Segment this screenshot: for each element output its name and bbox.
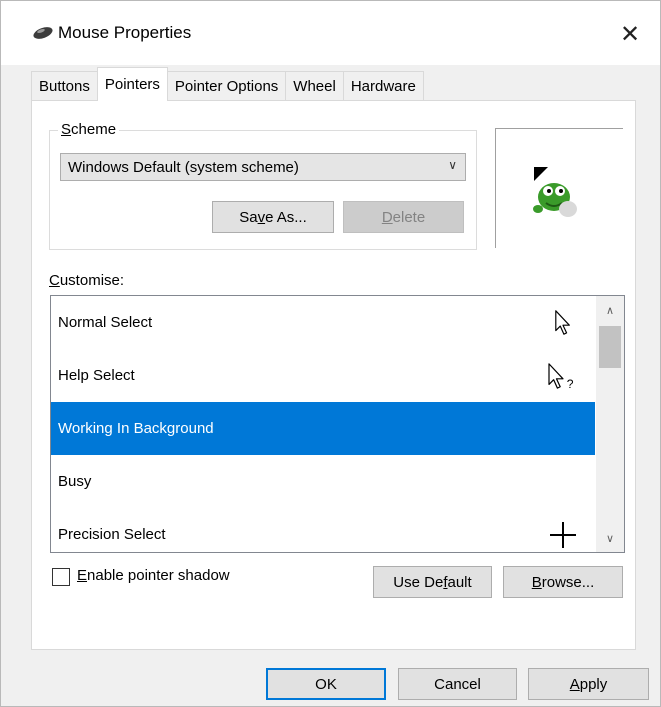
pointers-tab-panel: Scheme Windows Default (system scheme) ∨… bbox=[31, 100, 636, 650]
customise-label: Customise: bbox=[49, 272, 125, 289]
ok-button[interactable]: OK bbox=[266, 668, 386, 700]
tab-hardware[interactable]: Hardware bbox=[342, 71, 424, 101]
tab-strip: Buttons Pointers Pointer Options Wheel H… bbox=[31, 67, 424, 101]
scheme-label: Scheme bbox=[58, 121, 120, 138]
chevron-down-icon: ∨ bbox=[605, 532, 615, 545]
list-item-label: Working In Background bbox=[58, 420, 214, 437]
tab-wheel[interactable]: Wheel bbox=[285, 71, 344, 101]
delete-button[interactable]: Delete bbox=[343, 201, 464, 233]
crosshair-cursor-icon bbox=[543, 508, 583, 552]
enable-pointer-shadow-label[interactable]: Enable pointer shadow bbox=[77, 567, 230, 584]
title-bar: Mouse Properties ✕ bbox=[1, 1, 660, 65]
tab-pointers[interactable]: Pointers bbox=[96, 67, 168, 101]
close-button[interactable]: ✕ bbox=[600, 9, 660, 59]
list-item-label: Normal Select bbox=[58, 314, 153, 331]
list-item[interactable]: Working In Background bbox=[51, 402, 595, 455]
window-title: Mouse Properties bbox=[58, 23, 192, 42]
save-as-button[interactable]: Sa v e As... bbox=[212, 201, 334, 233]
pointer-list[interactable]: Normal Select Help Select ? Working In B… bbox=[50, 295, 625, 553]
arrow-cursor-icon bbox=[543, 296, 583, 349]
enable-pointer-shadow-checkbox[interactable] bbox=[52, 568, 70, 586]
tab-pointer-options[interactable]: Pointer Options bbox=[166, 71, 287, 101]
browse-button[interactable]: Browse... bbox=[503, 566, 623, 598]
mouse-icon bbox=[33, 27, 53, 39]
scheme-selected-value: Windows Default (system scheme) bbox=[68, 158, 299, 176]
scroll-thumb[interactable] bbox=[599, 326, 621, 368]
cancel-button[interactable]: Cancel bbox=[398, 668, 517, 700]
list-item[interactable]: Precision Select bbox=[51, 508, 595, 552]
list-item-label: Precision Select bbox=[58, 526, 166, 543]
list-item[interactable]: Help Select ? bbox=[51, 349, 595, 402]
list-item[interactable]: Normal Select bbox=[51, 296, 595, 349]
tab-buttons[interactable]: Buttons bbox=[31, 71, 98, 101]
scroll-up-button[interactable]: ∧ bbox=[596, 296, 624, 324]
scheme-group: Scheme Windows Default (system scheme) ∨… bbox=[49, 121, 477, 250]
close-icon: ✕ bbox=[619, 20, 641, 48]
mouse-properties-dialog: Mouse Properties ✕ Buttons Pointers Poin… bbox=[0, 0, 661, 707]
list-item-label: Busy bbox=[58, 473, 92, 490]
apply-button[interactable]: Apply bbox=[528, 668, 649, 700]
list-scrollbar[interactable]: ∧ ∨ bbox=[596, 296, 624, 552]
cursor-preview bbox=[495, 128, 623, 248]
help-cursor-icon: ? bbox=[543, 349, 583, 402]
list-item-label: Help Select bbox=[58, 367, 135, 384]
chevron-down-icon: ∨ bbox=[448, 158, 457, 172]
scheme-dropdown[interactable]: Windows Default (system scheme) ∨ bbox=[60, 153, 466, 181]
working-in-background-preview-icon bbox=[533, 167, 577, 217]
use-default-button[interactable]: Use De f ault bbox=[373, 566, 492, 598]
svg-text:?: ? bbox=[567, 377, 574, 390]
list-item[interactable]: Busy bbox=[51, 455, 595, 508]
chevron-up-icon: ∧ bbox=[605, 304, 615, 317]
scroll-down-button[interactable]: ∨ bbox=[596, 524, 624, 552]
